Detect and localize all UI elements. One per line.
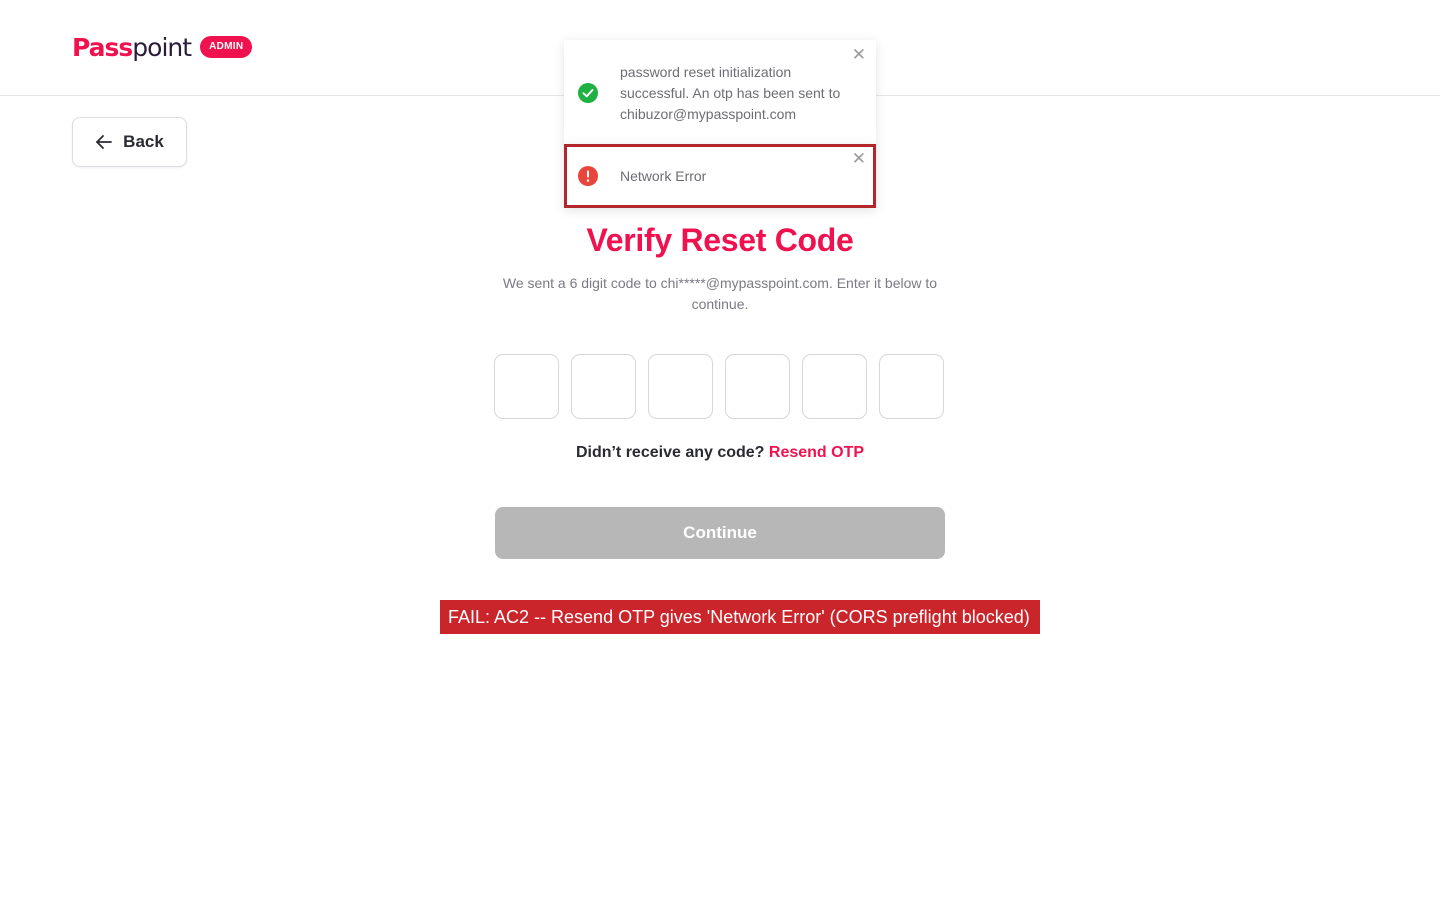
resend-prompt-text: Didn’t receive any code?	[575, 444, 765, 461]
toast-success: password reset initialization successful…	[564, 40, 876, 144]
logo-prefix: Pass	[72, 32, 133, 62]
otp-digit-3[interactable]	[648, 354, 713, 419]
back-button-label: Back	[123, 132, 164, 151]
test-fail-annotation: FAIL: AC2 -- Resend OTP gives 'Network E…	[440, 600, 1040, 634]
otp-digit-5[interactable]	[802, 354, 867, 419]
otp-digit-6[interactable]	[879, 354, 944, 419]
otp-digit-2[interactable]	[571, 354, 636, 419]
logo-wordmark: Passpoint	[72, 32, 192, 62]
otp-digit-4[interactable]	[725, 354, 790, 419]
resend-prompt: Didn’t receive any code? Resend OTP	[0, 444, 1440, 462]
admin-badge: ADMIN	[200, 36, 253, 58]
toast-success-message: password reset initialization successful…	[620, 64, 841, 122]
back-button[interactable]: Back	[72, 117, 187, 167]
close-icon[interactable]: ✕	[852, 46, 866, 63]
arrow-left-icon	[96, 135, 113, 149]
continue-button[interactable]: Continue	[495, 507, 945, 559]
check-circle-icon	[578, 83, 598, 103]
logo-suffix: point	[132, 32, 192, 62]
page-subtitle: We sent a 6 digit code to chi*****@mypas…	[502, 275, 938, 312]
otp-digit-1[interactable]	[494, 354, 559, 419]
otp-input-group	[494, 354, 944, 419]
exclamation-circle-icon	[578, 166, 598, 186]
toast-error: Network Error ✕	[564, 144, 876, 208]
page-title: Verify Reset Code	[586, 222, 854, 258]
resend-otp-link[interactable]: Resend OTP	[769, 444, 864, 461]
toast-error-message: Network Error	[620, 167, 707, 184]
close-icon[interactable]: ✕	[852, 150, 866, 167]
passpoint-logo[interactable]: Passpoint ADMIN	[72, 30, 253, 64]
